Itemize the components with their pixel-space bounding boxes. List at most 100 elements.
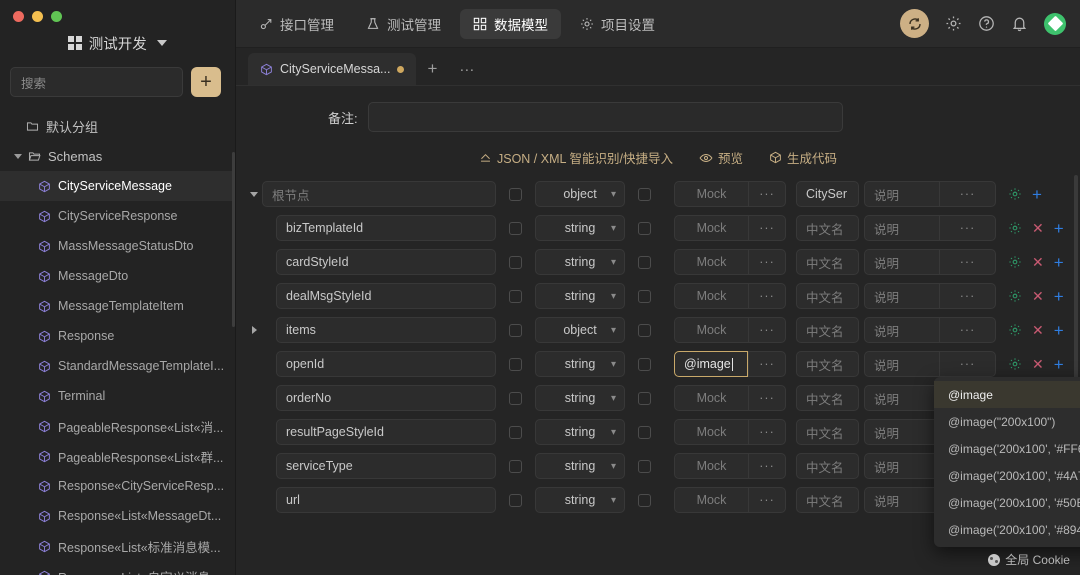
mock-input[interactable]: Mock	[674, 317, 748, 343]
required-checkbox[interactable]	[509, 425, 522, 439]
mock-input[interactable]: Mock	[674, 181, 748, 207]
mock-more-button[interactable]: ···	[748, 487, 786, 513]
sidebar-item-response[interactable]: Response	[0, 321, 235, 351]
sidebar-item-standardmessagetemplatei[interactable]: StandardMessageTemplateI...	[0, 351, 235, 381]
row-add-child-button[interactable]: +	[1054, 220, 1064, 237]
new-tab-button[interactable]: +	[416, 53, 448, 85]
field-option-checkbox[interactable]	[638, 323, 651, 337]
nav-tab-test[interactable]: 测试管理	[353, 9, 454, 39]
mock-input[interactable]: Mock	[674, 385, 748, 411]
add-schema-button[interactable]: +	[191, 67, 221, 97]
row-delete-button[interactable]: ✕	[1032, 220, 1044, 237]
field-desc-input[interactable]: 说明	[864, 181, 939, 207]
field-value-input[interactable]: 中文名	[796, 419, 859, 445]
field-desc-input[interactable]: 说明	[864, 283, 939, 309]
field-option-checkbox[interactable]	[638, 391, 651, 405]
row-add-child-button[interactable]: +	[1054, 254, 1064, 271]
notifications-button[interactable]	[1011, 15, 1028, 32]
field-desc-input[interactable]: 说明	[864, 419, 939, 445]
sidebar-item-cityserviceresponse[interactable]: CityServiceResponse	[0, 201, 235, 231]
field-type-select[interactable]: object ▾	[535, 181, 625, 207]
required-checkbox[interactable]	[509, 255, 522, 269]
field-name-input[interactable]: openId	[276, 351, 496, 377]
field-name-input[interactable]: resultPageStyleId	[276, 419, 496, 445]
field-name-input[interactable]: cardStyleId	[276, 249, 496, 275]
field-option-checkbox[interactable]	[638, 357, 651, 371]
field-type-select[interactable]: object ▾	[535, 317, 625, 343]
sidebar-item-messagedto[interactable]: MessageDto	[0, 261, 235, 291]
field-desc-more-button[interactable]: ···	[939, 181, 996, 207]
close-window-button[interactable]	[13, 11, 24, 22]
mock-input[interactable]: Mock	[674, 215, 748, 241]
nav-tab-api[interactable]: 接口管理	[246, 9, 347, 39]
field-value-input[interactable]: 中文名	[796, 283, 859, 309]
field-type-select[interactable]: string ▾	[535, 249, 625, 275]
mock-more-button[interactable]: ···	[748, 249, 786, 275]
required-checkbox[interactable]	[509, 221, 522, 235]
mock-input[interactable]: Mock	[674, 249, 748, 275]
mock-more-button[interactable]: ···	[748, 351, 786, 377]
field-name-input[interactable]: dealMsgStyleId	[276, 283, 496, 309]
sidebar-scrollbar[interactable]	[232, 152, 235, 327]
sidebar-item-terminal[interactable]: Terminal	[0, 381, 235, 411]
required-checkbox[interactable]	[509, 391, 522, 405]
required-checkbox[interactable]	[509, 323, 522, 337]
field-option-checkbox[interactable]	[638, 459, 651, 473]
mock-input[interactable]: Mock	[674, 419, 748, 445]
mock-more-button[interactable]: ···	[748, 385, 786, 411]
mock-input[interactable]: Mock	[674, 283, 748, 309]
notes-input[interactable]	[367, 102, 843, 132]
row-settings-button[interactable]	[1008, 221, 1022, 235]
row-expand-toggle[interactable]	[246, 326, 262, 334]
mock-more-button[interactable]: ···	[748, 283, 786, 309]
mock-more-button[interactable]: ···	[748, 181, 786, 207]
autocomplete-option[interactable]: @image图片链接	[934, 381, 1080, 408]
field-value-input[interactable]: 中文名	[796, 487, 859, 513]
mock-input[interactable]: Mock	[674, 453, 748, 479]
field-desc-more-button[interactable]: ···	[939, 249, 996, 275]
global-cookie-button[interactable]: 全局 Cookie	[988, 551, 1070, 568]
mock-input[interactable]: Mock	[674, 487, 748, 513]
autocomplete-option[interactable]: @image('200x100', '#FF6600')图片	[934, 435, 1080, 462]
row-settings-button[interactable]	[1008, 187, 1022, 201]
row-settings-button[interactable]	[1008, 255, 1022, 269]
import-json-xml-button[interactable]: JSON / XML 智能识别/快捷导入	[479, 148, 673, 167]
row-add-child-button[interactable]: +	[1054, 288, 1064, 305]
sidebar-item-responselistmessagedt[interactable]: Response«List«MessageDt...	[0, 501, 235, 531]
mock-more-button[interactable]: ···	[748, 419, 786, 445]
sidebar-item-messagetemplateitem[interactable]: MessageTemplateItem	[0, 291, 235, 321]
field-desc-input[interactable]: 说明	[864, 317, 939, 343]
field-desc-input[interactable]: 说明	[864, 385, 939, 411]
row-add-child-button[interactable]: +	[1054, 322, 1064, 339]
required-checkbox[interactable]	[509, 493, 522, 507]
required-checkbox[interactable]	[509, 459, 522, 473]
field-value-input[interactable]: 中文名	[796, 351, 859, 377]
mock-more-button[interactable]: ···	[748, 215, 786, 241]
mock-more-button[interactable]: ···	[748, 453, 786, 479]
field-type-select[interactable]: string ▾	[535, 385, 625, 411]
help-button[interactable]	[978, 15, 995, 32]
row-collapse-toggle[interactable]	[246, 191, 262, 197]
field-name-input[interactable]: 根节点	[262, 181, 496, 207]
field-value-input[interactable]: 中文名	[796, 453, 859, 479]
field-value-input[interactable]: 中文名	[796, 385, 859, 411]
field-desc-input[interactable]: 说明	[864, 453, 939, 479]
document-tab[interactable]: CityServiceMessa...	[248, 53, 417, 85]
field-option-checkbox[interactable]	[638, 187, 651, 201]
row-delete-button[interactable]: ✕	[1032, 254, 1044, 271]
nav-tab-schema[interactable]: 数据模型	[460, 8, 561, 39]
zoom-window-button[interactable]	[51, 11, 62, 22]
nav-tab-settings[interactable]: 项目设置	[567, 9, 668, 39]
field-option-checkbox[interactable]	[638, 493, 651, 507]
minimize-window-button[interactable]	[32, 11, 43, 22]
row-settings-button[interactable]	[1008, 323, 1022, 337]
sidebar-item-responsecityserviceresp[interactable]: Response«CityServiceResp...	[0, 471, 235, 501]
search-input[interactable]: 搜索	[10, 67, 183, 97]
field-value-input[interactable]: 中文名	[796, 215, 859, 241]
field-type-select[interactable]: string ▾	[535, 453, 625, 479]
field-desc-input[interactable]: 说明	[864, 215, 939, 241]
mock-more-button[interactable]: ···	[748, 317, 786, 343]
mock-autocomplete-dropdown[interactable]: @image图片链接@image("200x100")图片@image('200…	[934, 377, 1080, 547]
row-settings-button[interactable]	[1008, 289, 1022, 303]
field-name-input[interactable]: items	[276, 317, 496, 343]
